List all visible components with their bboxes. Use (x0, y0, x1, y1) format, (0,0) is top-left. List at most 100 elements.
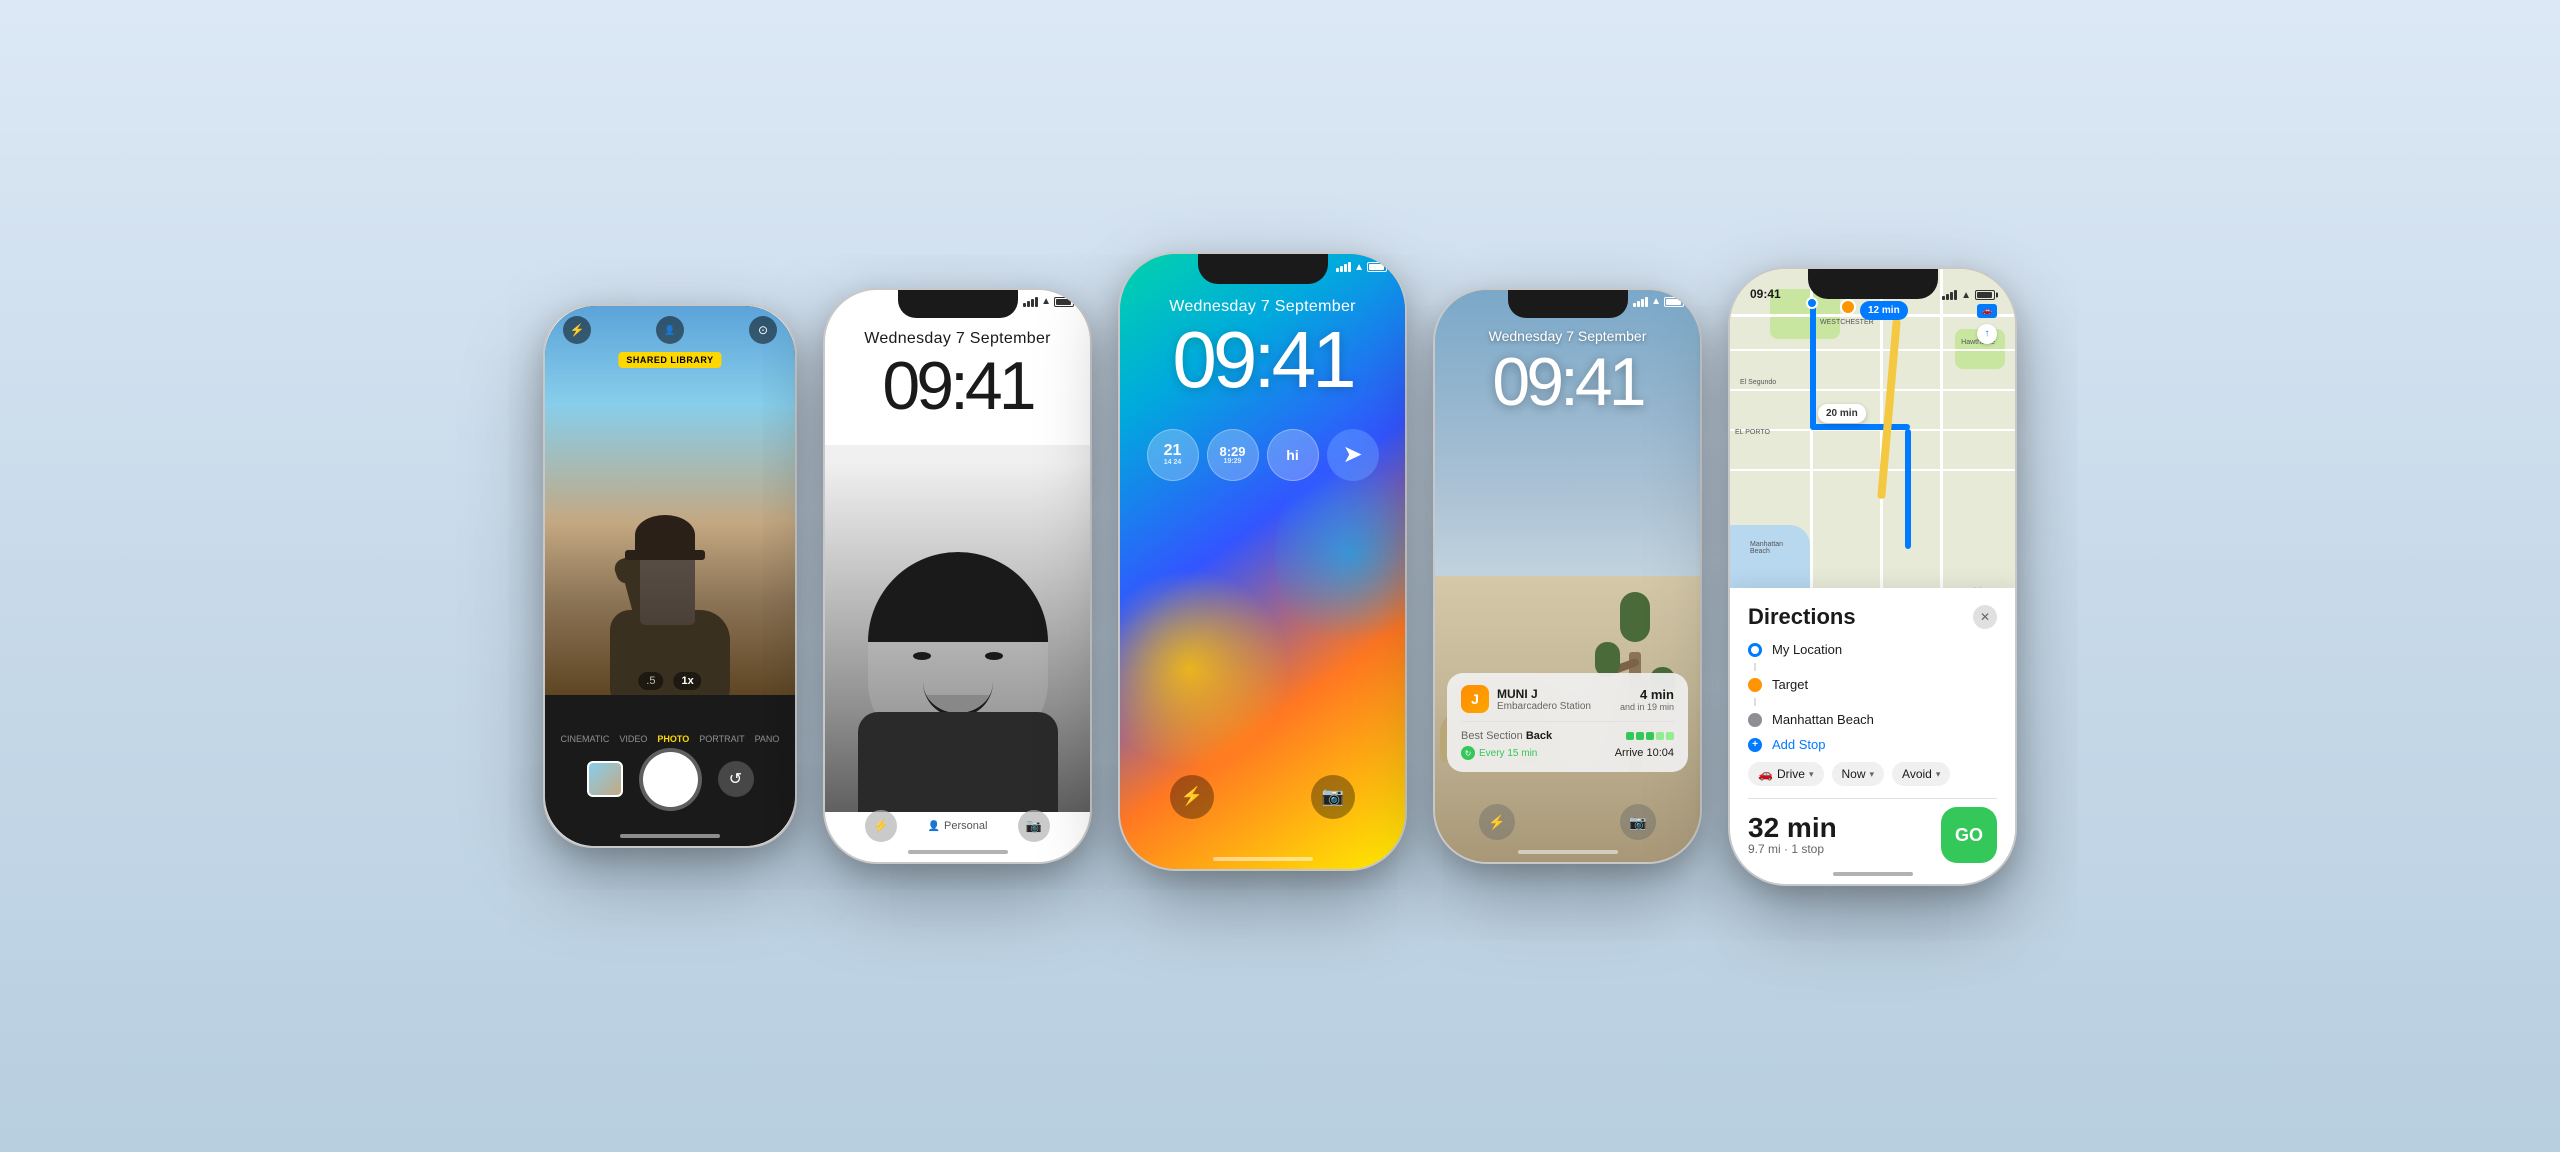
camera-top-bar: ⚡ 👤 ⊙ (545, 316, 795, 344)
status-bar: ▲ (1023, 296, 1074, 307)
profile-label: 👤 Personal (928, 810, 988, 842)
mode-cinematic[interactable]: CINEMATIC (561, 734, 610, 744)
settings-button[interactable]: ⊙ (749, 316, 777, 344)
road-h2 (1730, 349, 2015, 351)
status-icons: ▲ (1336, 262, 1387, 273)
road-v3 (1940, 269, 1943, 626)
target-icon (1748, 678, 1762, 692)
widget-arrow[interactable]: ➤ (1327, 429, 1379, 481)
stop-my-location[interactable]: My Location (1748, 642, 1997, 657)
map-view[interactable]: WESTCHESTER Hawthorne El Segundo EL PORT… (1730, 269, 2015, 626)
stop-manhattan-beach[interactable]: Manhattan Beach (1748, 712, 1997, 727)
flip-camera-button[interactable]: ↺ (718, 761, 754, 797)
status-icons: ▲ (1633, 296, 1684, 307)
phone3-screen: ▲ Wednesday 7 September 09:41 21 14 24 8… (1120, 254, 1405, 869)
notif-frequency: Every 15 min (1479, 748, 1537, 759)
phone4-bottom-row: ⚡ 📷 (1435, 804, 1700, 840)
stop-text-target: Target (1772, 677, 1808, 692)
home-indicator (1518, 850, 1618, 854)
flashlight-button[interactable]: ⚡ (1479, 804, 1515, 840)
stop-target[interactable]: Target (1748, 677, 1997, 692)
my-location-icon (1748, 643, 1762, 657)
lock-date: Wednesday 7 September (1120, 298, 1405, 316)
signal-icon (1023, 297, 1038, 307)
label-porto: EL PORTO (1735, 429, 1770, 436)
blue-route-v (1810, 299, 1816, 429)
notif-subtitle: Embarcadero Station (1497, 701, 1591, 712)
notif-arrive: Arrive 10:04 (1615, 747, 1674, 759)
phone2-bottom-bar: ⚡ 👤 Personal 📷 (825, 810, 1090, 842)
label-segundo: El Segundo (1740, 379, 1776, 386)
phone2-notch (898, 290, 1018, 318)
label-manhattan: ManhattanBeach (1750, 541, 1783, 555)
add-stop-icon: + (1748, 738, 1762, 752)
directions-title: Directions (1748, 604, 1856, 630)
widget-weather: hi (1267, 429, 1319, 481)
notif-section-row: Best Section Back (1461, 730, 1674, 742)
last-photo-thumbnail[interactable] (587, 761, 623, 797)
flashlight-button[interactable]: ⚡ (865, 810, 897, 842)
add-stop-button[interactable]: + Add Stop (1748, 737, 1997, 752)
transit-notification[interactable]: J MUNI J Embarcadero Station 4 min and i… (1447, 673, 1688, 772)
status-bar: ▲ (1435, 296, 1700, 307)
status-icons: ▲ (1942, 290, 1995, 301)
phones-container: ⚡ 👤 ⊙ SHARED LIBRARY .5 1x (465, 209, 2095, 944)
phone5-screen: 09:41 ▲ (1730, 269, 2015, 884)
flashlight-button[interactable]: ⚡ (1170, 775, 1214, 819)
status-bar: 09:41 ▲ (1730, 269, 2015, 307)
add-stop-label: Add Stop (1772, 737, 1826, 752)
lock-date: Wednesday 7 September (1435, 328, 1700, 344)
avoid-option[interactable]: Avoid ▾ (1892, 762, 1950, 786)
camera-button[interactable]: 📷 (1311, 775, 1355, 819)
phone-bw-lockscreen: ▲ Wednesday 7 September 09:41 (825, 290, 1090, 862)
go-button[interactable]: GO (1941, 807, 1997, 863)
camera-button[interactable]: 📷 (1018, 810, 1050, 842)
directions-summary: 32 min 9.7 mi · 1 stop GO (1748, 807, 1997, 863)
battery-icon (1975, 290, 1995, 300)
camera-button[interactable]: 📷 (1620, 804, 1656, 840)
frequency-icon: ↻ (1461, 746, 1475, 760)
flash-button[interactable]: ⚡ (563, 316, 591, 344)
stop-text-my-location: My Location (1772, 642, 1842, 657)
lock-time: 09:41 (825, 352, 1090, 420)
stop-text-manhattan: Manhattan Beach (1772, 712, 1874, 727)
phone-camera: ⚡ 👤 ⊙ SHARED LIBRARY .5 1x (545, 306, 795, 846)
time-info: 32 min 9.7 mi · 1 stop (1748, 814, 1837, 856)
directions-options: 🚗 Drive ▾ Now ▾ Avoid ▾ (1748, 762, 1997, 786)
now-option[interactable]: Now ▾ (1832, 762, 1885, 786)
mode-photo[interactable]: PHOTO (657, 734, 689, 744)
drive-chevron: ▾ (1809, 769, 1814, 780)
phone-color-lockscreen: ▲ Wednesday 7 September 09:41 21 14 24 8… (1120, 254, 1405, 869)
directions-header: Directions ✕ (1748, 604, 1997, 630)
live-photo-button[interactable]: 👤 (656, 316, 684, 344)
mode-pano[interactable]: PANO (755, 734, 780, 744)
battery-icon (1367, 262, 1387, 272)
shutter-button[interactable] (643, 752, 698, 807)
directions-panel: Directions ✕ My Location Target (1730, 588, 2015, 883)
phone-nature-lockscreen: ▲ Wednesday 7 September 09:41 J MUNI J E… (1435, 290, 1700, 862)
drive-option[interactable]: 🚗 Drive ▾ (1748, 762, 1824, 786)
blue-route-v2 (1905, 429, 1911, 549)
widget-timer: 8:29 19:29 (1207, 429, 1259, 481)
lock-time: 09:41 (1435, 348, 1700, 416)
time-bubble-20: 20 min (1818, 404, 1866, 423)
notif-time2: and in 19 min (1620, 702, 1674, 712)
mode-portrait[interactable]: PORTRAIT (699, 734, 744, 744)
phone3-bottom-row: ⚡ 📷 (1120, 775, 1405, 819)
notif-time: 4 min (1620, 687, 1674, 702)
road-h3 (1730, 389, 2015, 391)
now-label: Now (1842, 767, 1866, 781)
shared-library-badge: SHARED LIBRARY (618, 352, 721, 368)
mode-video[interactable]: VIDEO (619, 734, 647, 744)
status-time: 09:41 (1750, 287, 1781, 301)
signal-icon (1336, 262, 1351, 272)
close-button[interactable]: ✕ (1973, 605, 1997, 629)
battery-icon (1054, 297, 1074, 307)
signal-icon (1633, 297, 1648, 307)
notif-title: MUNI J (1497, 687, 1591, 701)
manhattan-icon (1748, 713, 1762, 727)
compass-icon[interactable]: ↑ (1977, 324, 1997, 344)
home-indicator (1213, 857, 1313, 861)
widget-calendar: 21 14 24 (1147, 429, 1199, 481)
home-indicator (1833, 872, 1913, 876)
